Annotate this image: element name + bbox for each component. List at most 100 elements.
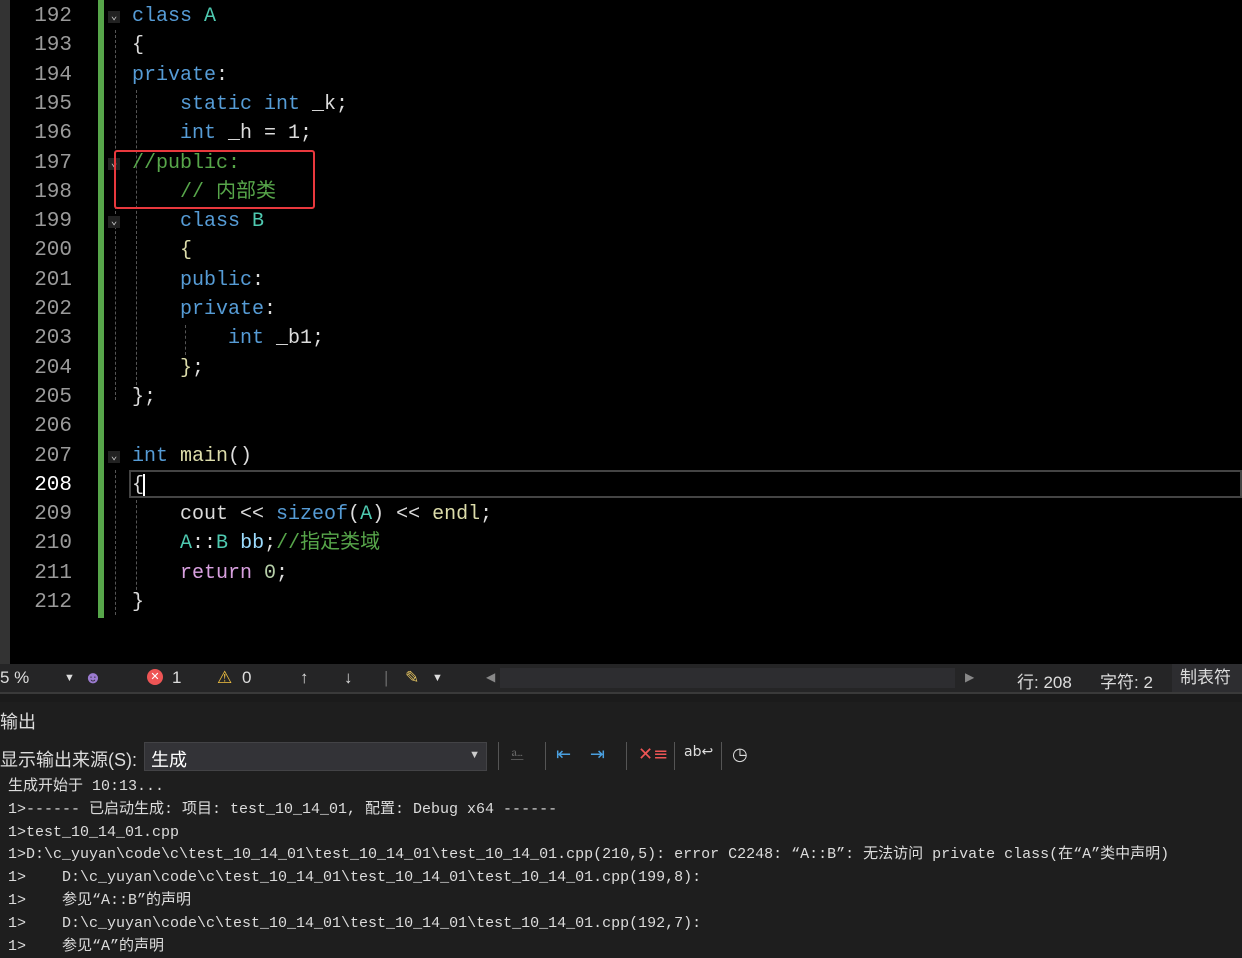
line-indicator[interactable]: 行: 208 xyxy=(1017,668,1072,693)
intellicode-icon[interactable]: ☻ xyxy=(84,668,102,688)
separator xyxy=(626,742,627,770)
code-token: ; xyxy=(276,561,289,585)
fold-chevron-icon[interactable]: ⌄ xyxy=(108,450,120,463)
code-token: B xyxy=(216,532,229,556)
output-text-area[interactable]: 生成开始于 10:13... 1>------ 已启动生成: 项目: test_1… xyxy=(0,776,1242,955)
word-wrap-icon[interactable]: ab↩ xyxy=(684,744,713,760)
code-line[interactable]: int _b1; xyxy=(132,324,324,353)
char-indicator[interactable]: 字符: 2 xyxy=(1100,668,1153,693)
code-line[interactable]: class B xyxy=(132,207,264,236)
code-line[interactable]: static int _k; xyxy=(132,90,348,119)
indent-guide xyxy=(115,30,116,400)
code-line[interactable]: int _h = 1; xyxy=(132,119,312,148)
code-token: main xyxy=(180,444,229,468)
output-line: 1> 参见“A”的声明 xyxy=(8,937,165,955)
warning-count[interactable]: 0 xyxy=(242,668,251,688)
brush-dropdown-icon[interactable]: ▼ xyxy=(432,672,443,684)
line-number: 211 xyxy=(34,561,72,585)
horizontal-scrollbar[interactable] xyxy=(500,668,955,688)
code-token: return xyxy=(180,561,265,585)
timestamp-clock-icon[interactable]: ◷ xyxy=(732,744,748,765)
clear-all-icon[interactable]: ✕≡ xyxy=(638,744,668,765)
line-number: 209 xyxy=(34,503,72,527)
panel-splitter[interactable] xyxy=(0,692,1242,702)
scroll-right-icon[interactable]: ▶ xyxy=(965,670,974,684)
line-number: 198 xyxy=(34,180,72,204)
warning-icon[interactable]: ⚠ xyxy=(217,668,232,688)
code-line[interactable]: } xyxy=(132,588,144,617)
code-token: A xyxy=(204,5,217,28)
code-token: () xyxy=(228,444,253,468)
line-number: 196 xyxy=(34,122,72,146)
line-number: 212 xyxy=(34,591,72,614)
chevron-down-icon: ▼ xyxy=(469,749,480,761)
line-number: 207 xyxy=(34,444,72,468)
code-token: //指定类域 xyxy=(276,532,381,556)
arrow-down-icon[interactable]: ↓ xyxy=(344,668,353,688)
code-token: int xyxy=(180,122,229,146)
code-token: :: xyxy=(192,532,217,556)
left-margin xyxy=(0,0,10,664)
output-line: 1> 参见“A::B”的声明 xyxy=(8,892,192,909)
code-line[interactable]: A::B bb;//指定类域 xyxy=(132,529,380,558)
code-token: ; xyxy=(192,356,205,380)
code-line[interactable]: }; xyxy=(132,383,156,412)
line-number: 203 xyxy=(34,327,72,351)
code-token: _b1; xyxy=(276,327,325,351)
line-number: 195 xyxy=(34,92,72,116)
code-editor[interactable]: 192 ⌄ class A 193 {194 private: 195 static int… xyxy=(0,0,1242,664)
tabs-indicator[interactable]: 制表符 xyxy=(1172,664,1242,692)
code-line[interactable]: private: xyxy=(132,295,276,324)
output-line: 1>test_10_14_01.cpp xyxy=(8,823,180,841)
code-token: } xyxy=(132,385,145,409)
separator xyxy=(498,742,499,770)
code-token: : xyxy=(216,63,229,87)
error-count[interactable]: 1 xyxy=(172,668,181,688)
code-line[interactable]: return 0; xyxy=(132,559,288,588)
code-line[interactable]: private: xyxy=(132,61,228,90)
code-line[interactable]: cout << sizeof(A) << endl; xyxy=(132,500,492,529)
output-line: 1>D:\c_yuyan\code\c\test_10_14_01\test_1… xyxy=(8,846,1170,864)
separator xyxy=(674,742,675,770)
code-token: A xyxy=(180,532,193,556)
next-message-icon[interactable]: ⇥ xyxy=(590,744,605,765)
output-source-label: 显示输出来源(S): xyxy=(0,750,137,770)
code-token: static int xyxy=(180,92,313,116)
output-panel-title: 输出 xyxy=(0,712,36,732)
previous-message-icon[interactable]: ⇤ xyxy=(556,744,571,765)
line-number: 200 xyxy=(34,239,72,263)
line-number: 197 xyxy=(34,151,72,175)
zoom-level[interactable]: 5 % xyxy=(0,668,29,688)
error-icon[interactable]: ✕ xyxy=(147,669,163,685)
code-token: endl xyxy=(432,503,481,527)
scroll-left-icon[interactable]: ◀ xyxy=(486,670,495,684)
arrow-up-icon[interactable]: ↑ xyxy=(300,668,309,688)
go-to-source-icon[interactable]: ⎁ xyxy=(510,744,524,765)
code-token: class xyxy=(132,5,205,28)
code-line[interactable]: public: xyxy=(132,266,264,295)
line-number: 202 xyxy=(34,298,72,321)
line-number: 194 xyxy=(34,63,72,87)
code-token: ; xyxy=(144,385,157,409)
cleanup-brush-icon[interactable]: ✎ xyxy=(405,668,419,688)
fold-chevron-icon[interactable]: ⌄ xyxy=(108,216,120,229)
code-line[interactable]: { xyxy=(132,31,144,60)
code-line[interactable]: int main() xyxy=(132,442,252,471)
code-line[interactable]: }; xyxy=(132,354,204,383)
code-line[interactable]: { xyxy=(132,236,192,265)
fold-chevron-icon[interactable]: ⌄ xyxy=(108,11,120,23)
zoom-dropdown-icon[interactable]: ▼ xyxy=(64,672,75,684)
code-line[interactable]: class A xyxy=(132,2,216,31)
error-squiggle xyxy=(217,556,229,560)
code-token: } xyxy=(132,591,145,614)
output-line: 1>------ 已启动生成: 项目: test_10_14_01, 配置: D… xyxy=(8,800,558,818)
output-source-select[interactable]: 生成 ▼ xyxy=(144,742,487,771)
line-number: 208 xyxy=(34,473,72,497)
line-number: 205 xyxy=(34,385,72,409)
editor-status-bar: 5 % ▼ ☻ ✕ 1 ⚠ 0 ↑ ↓ | ✎ ▼ ◀ ▶ 行: 208 字符:… xyxy=(0,664,1242,692)
